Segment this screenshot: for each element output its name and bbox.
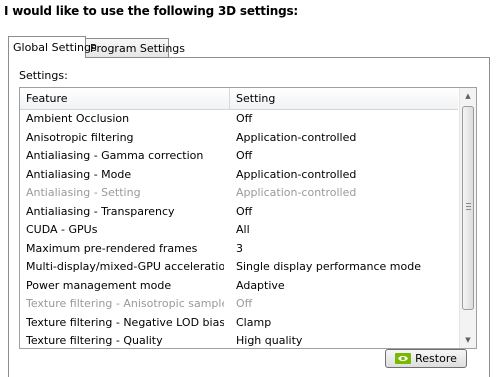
scroll-up-arrow-icon[interactable]: ▲ xyxy=(460,88,476,104)
setting-cell[interactable]: Off xyxy=(236,110,456,129)
feature-cell: Texture filtering - Quality xyxy=(26,334,163,347)
restore-button-label: Restore xyxy=(415,352,457,365)
nvidia-icon xyxy=(395,352,412,364)
column-header-feature[interactable]: Feature xyxy=(20,88,230,109)
table-row[interactable]: Texture filtering - Quality High quality xyxy=(20,332,458,348)
setting-cell[interactable]: Off xyxy=(236,295,456,314)
scroll-thumb[interactable] xyxy=(462,106,474,310)
table-row[interactable]: Antialiasing - Transparency Off xyxy=(20,203,458,222)
feature-cell: Antialiasing - Gamma correction xyxy=(26,149,204,162)
table-row[interactable]: Maximum pre-rendered frames 3 xyxy=(20,240,458,259)
page-heading: I would like to use the following 3D set… xyxy=(4,4,299,18)
feature-cell: Antialiasing - Transparency xyxy=(26,204,175,218)
feature-cell: Multi-display/mixed-GPU acceleration xyxy=(26,260,224,273)
setting-cell[interactable]: Application-controlled xyxy=(236,184,456,203)
feature-cell: Texture filtering - Negative LOD bias xyxy=(26,315,224,329)
vertical-scrollbar[interactable]: ▲ ▼ xyxy=(459,88,476,348)
table-row[interactable]: CUDA - GPUs All xyxy=(20,221,458,240)
column-header-setting[interactable]: Setting xyxy=(230,88,458,109)
feature-cell: Power management mode xyxy=(26,278,172,292)
table-row[interactable]: Antialiasing - Gamma correction Off xyxy=(20,147,458,166)
setting-cell[interactable]: Single display performance mode xyxy=(236,258,456,277)
settings-label: Settings: xyxy=(19,69,68,82)
feature-cell: Antialiasing - Mode xyxy=(26,167,132,181)
list-rows: Ambient Occlusion Off Anisotropic filterin… xyxy=(20,110,458,348)
table-row[interactable]: Multi-display/mixed-GPU acceleration Sing… xyxy=(20,258,458,277)
table-row[interactable]: Anisotropic filtering Application-control… xyxy=(20,129,458,148)
setting-cell[interactable]: High quality xyxy=(236,332,456,348)
tab-program-settings[interactable]: Program Settings xyxy=(85,38,185,57)
restore-button[interactable]: Restore xyxy=(385,349,467,368)
table-row[interactable]: Texture filtering - Anisotropic sample o… xyxy=(20,295,458,314)
feature-cell: Maximum pre-rendered frames xyxy=(26,241,198,255)
table-row[interactable]: Antialiasing - Setting Application-contro… xyxy=(20,184,458,203)
list-header: Feature Setting xyxy=(20,88,458,110)
feature-cell: Antialiasing - Setting xyxy=(26,186,141,199)
feature-cell: Ambient Occlusion xyxy=(26,112,130,125)
scroll-down-arrow-icon[interactable]: ▼ xyxy=(460,332,476,348)
tab-global-settings[interactable]: Global Settings xyxy=(8,36,97,58)
setting-cell[interactable]: Clamp xyxy=(236,314,456,333)
feature-cell: Anisotropic filtering xyxy=(26,130,134,144)
feature-cell: Texture filtering - Anisotropic sample o… xyxy=(26,297,224,310)
setting-cell[interactable]: Application-controlled xyxy=(236,129,456,148)
setting-cell[interactable]: Off xyxy=(236,203,456,222)
setting-cell[interactable]: Adaptive xyxy=(236,277,456,296)
settings-list[interactable]: Feature Setting Ambient Occlusion Off Anis… xyxy=(19,87,477,349)
feature-cell: CUDA - GPUs xyxy=(26,223,98,236)
setting-cell[interactable]: Off xyxy=(236,147,456,166)
table-row[interactable]: Antialiasing - Mode Application-controlle… xyxy=(20,166,458,185)
grip-line xyxy=(466,206,471,207)
table-row[interactable]: Power management mode Adaptive xyxy=(20,277,458,296)
setting-cell[interactable]: 3 xyxy=(236,240,456,259)
setting-cell[interactable]: Application-controlled xyxy=(236,166,456,185)
table-row[interactable]: Ambient Occlusion Off xyxy=(20,110,458,129)
tab-panel: Settings: Feature Setting Ambient Occlus… xyxy=(8,57,490,377)
nvidia-3d-settings-page: I would like to use the following 3D set… xyxy=(0,0,500,377)
setting-cell[interactable]: All xyxy=(236,221,456,240)
grip-line xyxy=(466,203,471,204)
table-row[interactable]: Texture filtering - Negative LOD bias Cla… xyxy=(20,314,458,333)
grip-line xyxy=(466,209,471,210)
